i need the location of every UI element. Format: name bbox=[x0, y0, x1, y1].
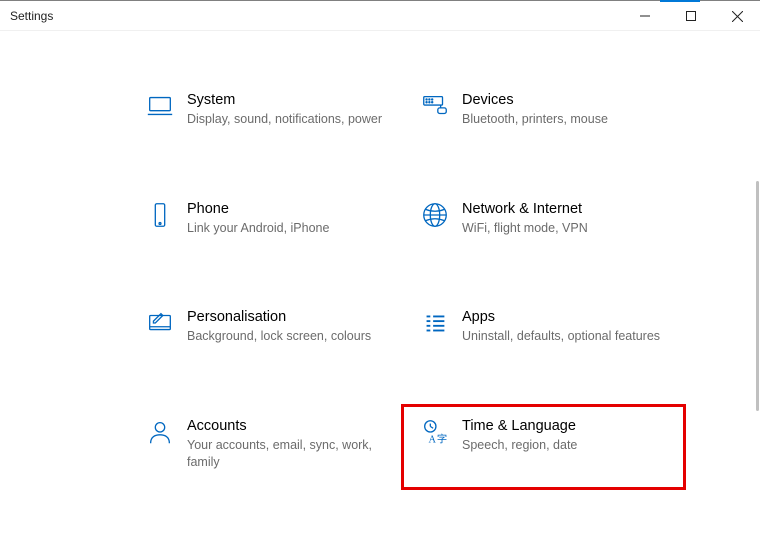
tile-desc: Speech, region, date bbox=[462, 437, 675, 454]
content-area: SystemDisplay, sound, notifications, pow… bbox=[0, 31, 760, 538]
tile-desc: Your accounts, email, sync, work, family bbox=[187, 437, 392, 471]
tile-title: Phone bbox=[187, 200, 392, 219]
scrollbar[interactable] bbox=[756, 181, 759, 411]
tile-text: Time & LanguageSpeech, region, date bbox=[460, 417, 675, 454]
tile-title: Network & Internet bbox=[462, 200, 667, 219]
system-icon bbox=[135, 91, 185, 121]
settings-grid: SystemDisplay, sound, notifications, pow… bbox=[0, 31, 760, 538]
devices-icon bbox=[410, 91, 460, 121]
tile-title: Time & Language bbox=[462, 417, 675, 436]
tile-text: SystemDisplay, sound, notifications, pow… bbox=[185, 91, 392, 128]
svg-text:字: 字 bbox=[437, 432, 447, 445]
close-icon bbox=[732, 11, 743, 22]
personalisation-icon bbox=[135, 308, 185, 338]
maximize-button[interactable] bbox=[668, 1, 714, 31]
window-controls bbox=[622, 1, 760, 31]
tile-accounts[interactable]: AccountsYour accounts, email, sync, work… bbox=[135, 413, 400, 481]
tile-apps[interactable]: AppsUninstall, defaults, optional featur… bbox=[410, 304, 675, 355]
close-button[interactable] bbox=[714, 1, 760, 31]
apps-icon bbox=[410, 308, 460, 338]
tile-text: DevicesBluetooth, printers, mouse bbox=[460, 91, 667, 128]
tile-desc: WiFi, flight mode, VPN bbox=[462, 220, 667, 237]
tile-text: AccountsYour accounts, email, sync, work… bbox=[185, 417, 392, 471]
tile-phone[interactable]: PhoneLink your Android, iPhone bbox=[135, 196, 400, 247]
tile-system[interactable]: SystemDisplay, sound, notifications, pow… bbox=[135, 87, 400, 138]
titlebar: Settings bbox=[0, 1, 760, 31]
accounts-icon bbox=[135, 417, 185, 447]
tile-desc: Display, sound, notifications, power bbox=[187, 111, 392, 128]
tile-personalisation[interactable]: PersonalisationBackground, lock screen, … bbox=[135, 304, 400, 355]
svg-text:A: A bbox=[428, 434, 436, 445]
time-language-icon: A字 bbox=[410, 417, 460, 447]
minimize-button[interactable] bbox=[622, 1, 668, 31]
tile-title: Devices bbox=[462, 91, 667, 110]
tile-devices[interactable]: DevicesBluetooth, printers, mouse bbox=[410, 87, 675, 138]
tile-text: PhoneLink your Android, iPhone bbox=[185, 200, 392, 237]
tile-title: Apps bbox=[462, 308, 667, 327]
tile-text: AppsUninstall, defaults, optional featur… bbox=[460, 308, 667, 345]
tile-title: Accounts bbox=[187, 417, 392, 436]
tile-desc: Uninstall, defaults, optional features bbox=[462, 328, 667, 345]
tile-network[interactable]: Network & InternetWiFi, flight mode, VPN bbox=[410, 196, 675, 247]
phone-icon bbox=[135, 200, 185, 230]
network-icon bbox=[410, 200, 460, 230]
window-title: Settings bbox=[10, 9, 53, 23]
tile-title: System bbox=[187, 91, 392, 110]
tile-desc: Background, lock screen, colours bbox=[187, 328, 392, 345]
tile-desc: Link your Android, iPhone bbox=[187, 220, 392, 237]
maximize-icon bbox=[686, 11, 696, 21]
tile-desc: Bluetooth, printers, mouse bbox=[462, 111, 667, 128]
tile-text: Network & InternetWiFi, flight mode, VPN bbox=[460, 200, 667, 237]
tile-text: PersonalisationBackground, lock screen, … bbox=[185, 308, 392, 345]
tile-title: Personalisation bbox=[187, 308, 392, 327]
minimize-icon bbox=[640, 11, 650, 21]
tile-time-language[interactable]: A字Time & LanguageSpeech, region, date bbox=[404, 407, 683, 487]
